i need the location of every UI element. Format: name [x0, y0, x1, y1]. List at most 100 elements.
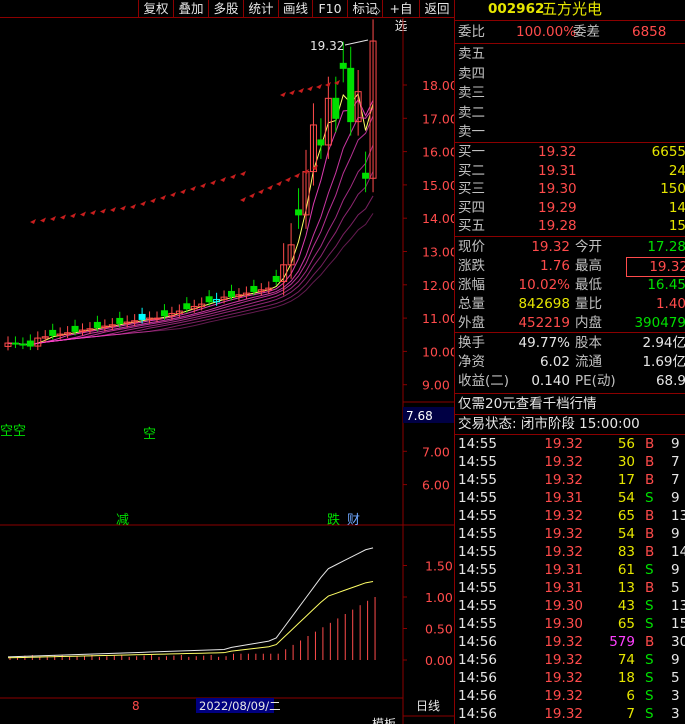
toolbar-button-1[interactable]: 叠加	[173, 0, 208, 17]
toolbar-button-7[interactable]: +自选	[382, 0, 419, 33]
signal-die: 跌	[327, 512, 340, 528]
promo-link[interactable]: 仅需20元查看千档行情	[458, 395, 597, 413]
tick-row: 14:55 19.32 30 B 7	[455, 453, 685, 471]
up-signal-mark	[190, 186, 196, 191]
stat-label-right: 最高	[575, 258, 602, 274]
stat-value-left: 842698	[518, 296, 570, 312]
up-signal-mark	[200, 183, 206, 188]
tick-time: 14:56	[458, 670, 497, 686]
tick-price: 19.32	[544, 508, 583, 524]
tick-side: S	[645, 616, 654, 632]
tick-side: B	[645, 472, 655, 488]
buy-level-3: 买三 19.30 150	[458, 180, 685, 198]
date-label: 2022/08/09/二	[199, 699, 281, 713]
buy-level-price: 19.29	[538, 199, 577, 216]
toolbar-button-4[interactable]: 画线	[278, 0, 312, 17]
tick-time: 14:55	[458, 508, 497, 524]
stat-label-right: 内盘	[575, 315, 602, 331]
month-label: 8	[132, 699, 140, 713]
price-axis-label: 17.00	[422, 111, 454, 126]
up-signal-mark	[289, 90, 295, 95]
up-signal-mark	[240, 197, 246, 202]
price-axis-label: 13.00	[422, 245, 454, 260]
candle-body	[160, 310, 168, 317]
tick-side: B	[645, 634, 655, 650]
tick-row: 14:55 19.31 54 S 9	[455, 489, 685, 507]
tick-time: 14:56	[458, 652, 497, 668]
tick-price: 19.32	[544, 652, 583, 668]
quote-stat-row: 总量 842698 量比 1.40	[458, 295, 685, 313]
buy-level-2: 买二 19.31 24	[458, 162, 685, 180]
tick-count: 14	[671, 544, 685, 560]
up-signal-mark	[307, 86, 313, 91]
tick-time: 14:55	[458, 598, 497, 614]
up-signal-mark	[249, 193, 255, 198]
up-signal-mark	[110, 207, 116, 212]
tick-price: 19.32	[544, 544, 583, 560]
candle-body	[49, 329, 57, 336]
signal-kong-mid: 空	[143, 427, 156, 442]
quote-panel: ◇ 002962 五方光电 委比 100.00% 委差 6858 卖五 卖四 卖三卖…	[372, 0, 685, 724]
toolbar-button-2[interactable]: 多股	[208, 0, 243, 17]
tick-count: 3	[671, 706, 680, 722]
tick-count: 5	[671, 580, 680, 596]
template-tab: 模板	[372, 717, 396, 724]
weicha-label: 委差	[573, 24, 600, 40]
buy-level-label: 买一	[458, 144, 485, 160]
stat-label-left: 涨跌	[458, 258, 485, 274]
toolbar-button-8[interactable]: 返回	[419, 0, 454, 17]
tick-side: S	[645, 688, 654, 704]
toolbar-button-3[interactable]: 统计	[243, 0, 278, 17]
tick-count: 13	[671, 508, 685, 524]
up-signal-mark	[140, 201, 146, 206]
up-signal-mark	[60, 214, 66, 220]
tick-price: 19.32	[544, 526, 583, 542]
kline-chart[interactable]: 19.32 18.00 17.00 16.00 15.00 14.00 13.00 12.0…	[0, 18, 454, 724]
up-signal-mark	[100, 208, 106, 214]
tick-price: 19.32	[544, 454, 583, 470]
up-signal-mark	[120, 205, 126, 211]
tick-side: S	[645, 670, 654, 686]
up-signal-mark	[80, 211, 86, 217]
tick-row: 14:56 19.32 6 S 3	[455, 687, 685, 705]
price-axis-label: 18.00	[422, 78, 454, 93]
up-signal-mark	[285, 177, 291, 182]
tick-volume: 13	[617, 580, 635, 596]
candle-body	[11, 342, 19, 345]
tick-volume: 30	[617, 454, 635, 470]
buy-level-price: 19.31	[538, 162, 577, 179]
up-signal-mark	[298, 88, 304, 93]
stat-label-right: 最低	[575, 277, 602, 293]
tick-volume: 74	[617, 652, 635, 668]
fund-value-left: 6.02	[539, 354, 570, 370]
indicator-axis-label: 1.50	[425, 559, 453, 574]
up-signal-mark	[316, 84, 322, 89]
buy-level-label: 买三	[458, 181, 485, 197]
fund-value-left: 49.77%	[518, 335, 570, 351]
trade-status: 交易状态: 闭市阶段 15:00:00	[458, 416, 640, 432]
high-price-label: 19.32	[310, 39, 344, 53]
tick-count: 3	[671, 688, 680, 704]
tick-row: 14:55 19.32 56 B 9	[455, 435, 685, 453]
tick-time: 14:56	[458, 688, 497, 704]
buy-level-price: 19.28	[538, 218, 577, 234]
up-signal-mark	[90, 210, 96, 215]
indicator-axis-label: 0.00	[425, 653, 453, 668]
toolbar-button-5[interactable]: F10	[312, 0, 347, 17]
moving-average-line	[7, 213, 374, 346]
tick-count: 9	[671, 490, 680, 506]
price-axis-label: 12.00	[422, 278, 454, 293]
signal-kong-left: 空空	[0, 424, 26, 439]
fund-value-right: 2.94亿	[642, 335, 685, 351]
tick-side: B	[645, 526, 655, 542]
price-axis-label: 6.00	[422, 478, 450, 493]
up-signal-mark	[170, 192, 176, 197]
candle-body	[339, 62, 347, 69]
tick-volume: 83	[617, 544, 635, 560]
fund-stat-row: 换手 49.77% 股本 2.94亿	[458, 334, 685, 352]
up-signal-mark	[40, 217, 46, 223]
tick-price: 19.32	[544, 472, 583, 488]
toolbar-button-0[interactable]: 复权	[138, 0, 173, 17]
tick-price: 19.32	[544, 436, 583, 452]
tick-price: 19.31	[544, 562, 583, 578]
